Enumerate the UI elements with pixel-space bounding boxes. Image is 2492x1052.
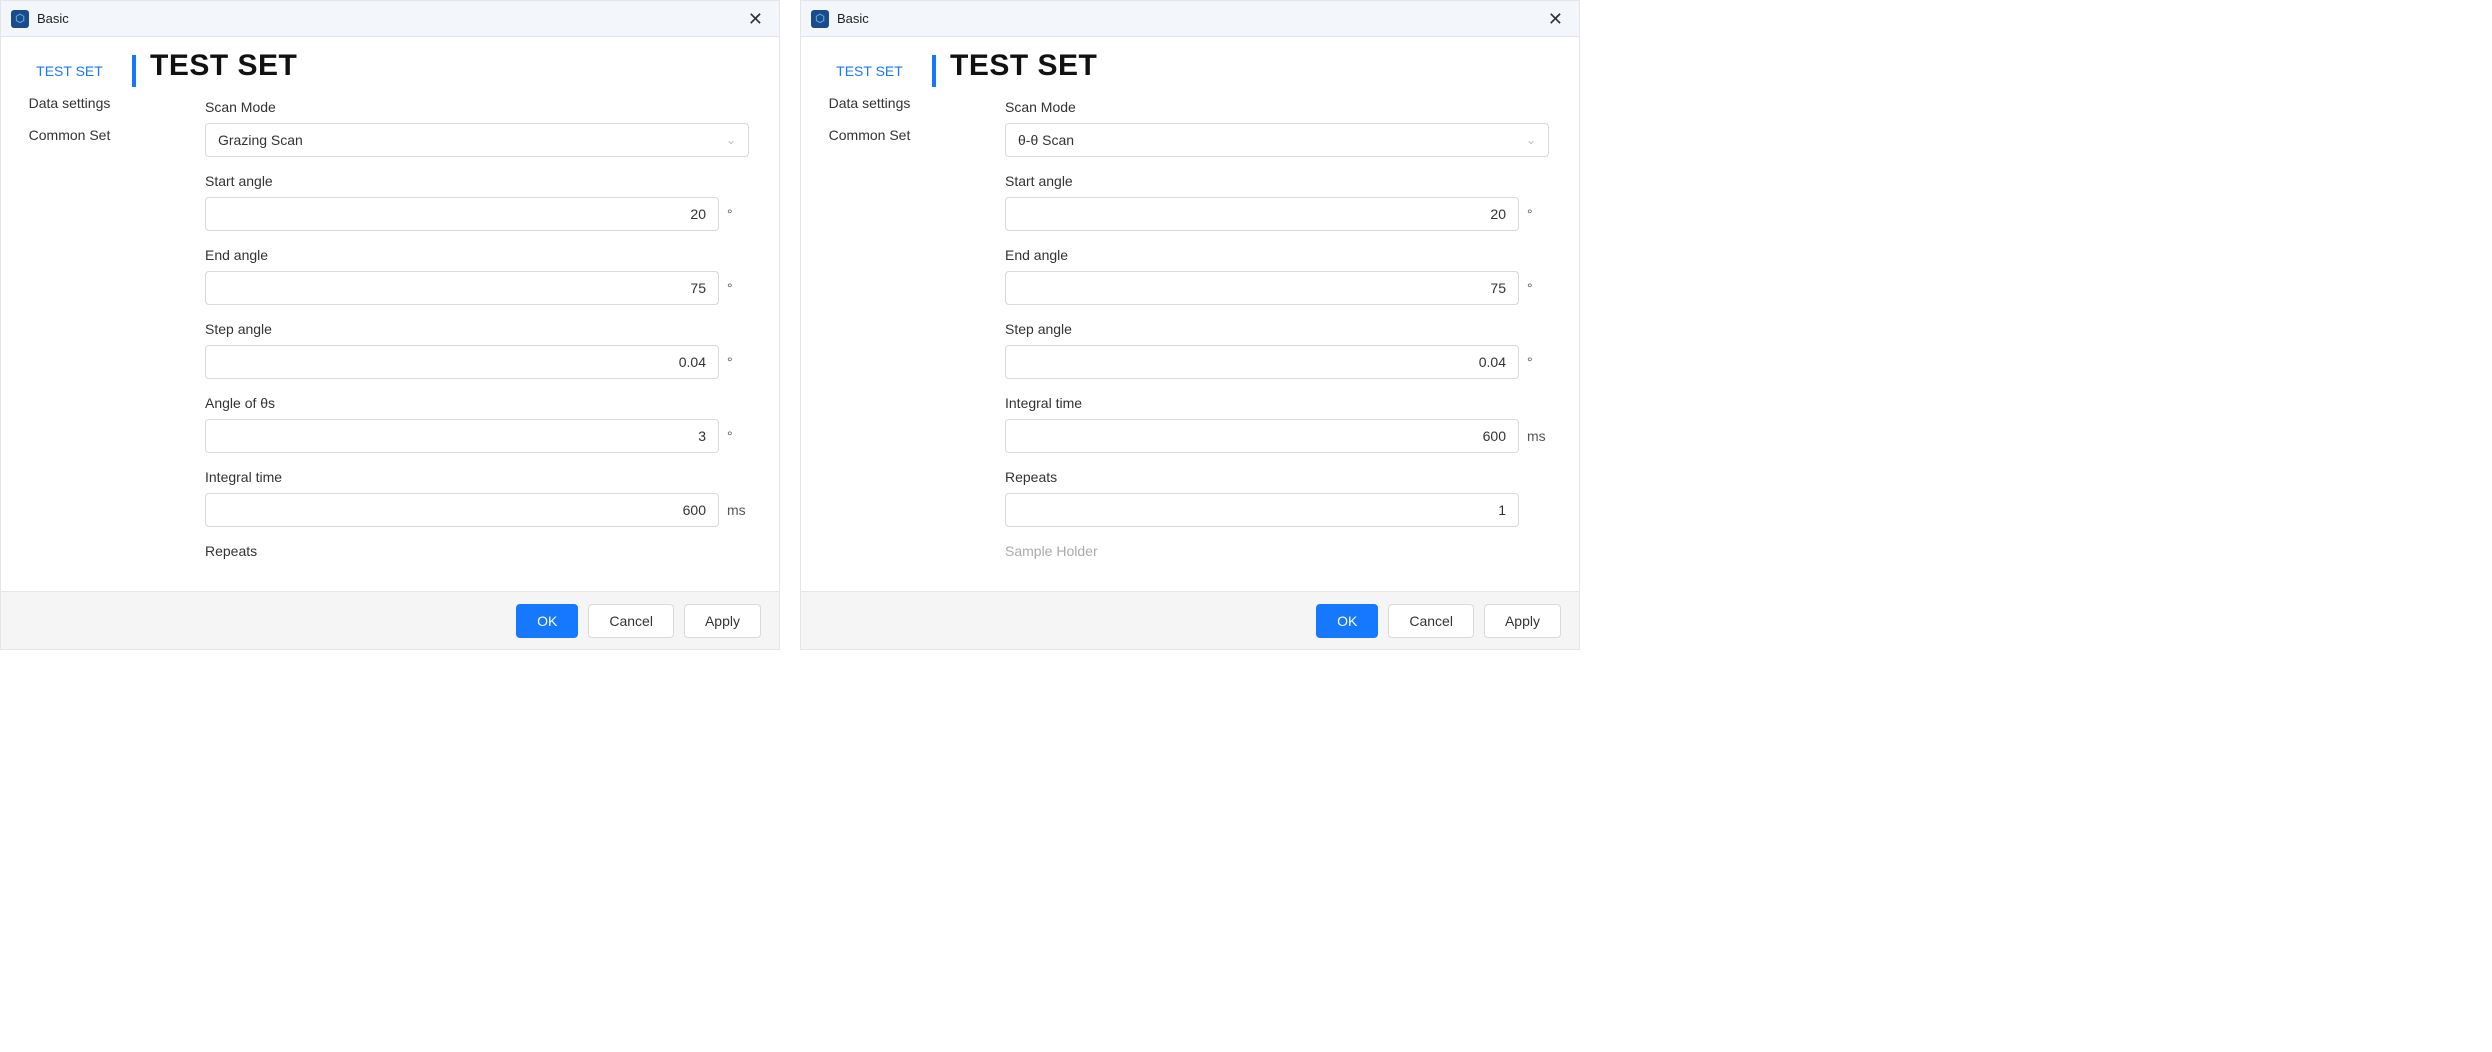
- input-end-angle[interactable]: [205, 271, 719, 305]
- close-icon[interactable]: ✕: [742, 8, 769, 30]
- unit-angle-theta-s: °: [727, 428, 749, 444]
- unit-start-angle: °: [1527, 206, 1549, 222]
- field-repeats: Repeats: [1005, 469, 1549, 527]
- input-start-angle[interactable]: [1005, 197, 1519, 231]
- field-integral-time: Integral time ms: [205, 469, 749, 527]
- dialog-basic: ⬡ Basic ✕ TEST SET Data settings Common …: [800, 0, 1580, 650]
- apply-button[interactable]: Apply: [1484, 604, 1561, 638]
- titlebar: ⬡ Basic ✕: [1, 1, 779, 37]
- sidebar: TEST SET Data settings Common Set: [1, 37, 136, 591]
- field-step-angle: Step angle °: [1005, 321, 1549, 379]
- label-repeats: Repeats: [205, 543, 749, 559]
- unit-step-angle: °: [1527, 354, 1549, 370]
- window-title: Basic: [837, 11, 869, 26]
- field-angle-theta-s: Angle of θs °: [205, 395, 749, 453]
- input-integral-time[interactable]: [205, 493, 719, 527]
- unit-end-angle: °: [727, 280, 749, 296]
- cancel-button[interactable]: Cancel: [588, 604, 674, 638]
- titlebar: ⬡ Basic ✕: [801, 1, 1579, 37]
- input-integral-time[interactable]: [1005, 419, 1519, 453]
- unit-end-angle: °: [1527, 280, 1549, 296]
- cancel-button[interactable]: Cancel: [1388, 604, 1474, 638]
- unit-integral-time: ms: [1527, 428, 1549, 444]
- label-angle-theta-s: Angle of θs: [205, 395, 749, 411]
- input-start-angle[interactable]: [205, 197, 719, 231]
- label-integral-time: Integral time: [205, 469, 749, 485]
- sidebar-item-data-settings[interactable]: Data settings: [1, 87, 136, 119]
- app-icon: ⬡: [11, 10, 29, 28]
- sidebar-item-test-set[interactable]: TEST SET: [1, 55, 136, 87]
- window-title: Basic: [37, 11, 69, 26]
- page-title: TEST SET: [950, 49, 1549, 83]
- field-integral-time: Integral time ms: [1005, 395, 1549, 453]
- label-repeats: Repeats: [1005, 469, 1549, 485]
- label-integral-time: Integral time: [1005, 395, 1549, 411]
- select-scan-mode[interactable]: θ-θ Scan ⌄: [1005, 123, 1549, 157]
- label-start-angle: Start angle: [1005, 173, 1549, 189]
- chevron-down-icon: ⌄: [726, 133, 736, 147]
- ok-button[interactable]: OK: [1316, 604, 1378, 638]
- unit-integral-time: ms: [727, 502, 749, 518]
- apply-button[interactable]: Apply: [684, 604, 761, 638]
- label-end-angle: End angle: [1005, 247, 1549, 263]
- input-step-angle[interactable]: [1005, 345, 1519, 379]
- field-end-angle: End angle °: [205, 247, 749, 305]
- field-scan-mode: Scan Mode Grazing Scan ⌄: [205, 99, 749, 157]
- close-icon[interactable]: ✕: [1542, 8, 1569, 30]
- field-end-angle: End angle °: [1005, 247, 1549, 305]
- input-repeats[interactable]: [1005, 493, 1519, 527]
- select-scan-mode[interactable]: Grazing Scan ⌄: [205, 123, 749, 157]
- input-end-angle[interactable]: [1005, 271, 1519, 305]
- page-title: TEST SET: [150, 49, 749, 83]
- label-step-angle: Step angle: [1005, 321, 1549, 337]
- field-start-angle: Start angle °: [205, 173, 749, 231]
- sidebar-item-common-set[interactable]: Common Set: [1, 119, 136, 151]
- chevron-down-icon: ⌄: [1526, 133, 1536, 147]
- label-scan-mode: Scan Mode: [1005, 99, 1549, 115]
- field-sample-holder: Sample Holder: [1005, 543, 1549, 559]
- sidebar-item-data-settings[interactable]: Data settings: [801, 87, 936, 119]
- field-scan-mode: Scan Mode θ-θ Scan ⌄: [1005, 99, 1549, 157]
- label-sample-holder: Sample Holder: [1005, 543, 1549, 559]
- input-angle-theta-s[interactable]: [205, 419, 719, 453]
- app-icon: ⬡: [811, 10, 829, 28]
- sidebar-item-common-set[interactable]: Common Set: [801, 119, 936, 151]
- sidebar-item-test-set[interactable]: TEST SET: [801, 55, 936, 87]
- label-scan-mode: Scan Mode: [205, 99, 749, 115]
- label-start-angle: Start angle: [205, 173, 749, 189]
- unit-start-angle: °: [727, 206, 749, 222]
- main-panel: TEST SET Scan Mode Grazing Scan ⌄ Start …: [136, 37, 779, 591]
- ok-button[interactable]: OK: [516, 604, 578, 638]
- field-repeats: Repeats: [205, 543, 749, 559]
- label-end-angle: End angle: [205, 247, 749, 263]
- main-panel: TEST SET Scan Mode θ-θ Scan ⌄ Start angl…: [936, 37, 1579, 591]
- input-step-angle[interactable]: [205, 345, 719, 379]
- dialog-footer: OK Cancel Apply: [1, 591, 779, 649]
- dialog-footer: OK Cancel Apply: [801, 591, 1579, 649]
- field-step-angle: Step angle °: [205, 321, 749, 379]
- label-step-angle: Step angle: [205, 321, 749, 337]
- unit-step-angle: °: [727, 354, 749, 370]
- field-start-angle: Start angle °: [1005, 173, 1549, 231]
- dialog-basic: ⬡ Basic ✕ TEST SET Data settings Common …: [0, 0, 780, 650]
- sidebar: TEST SET Data settings Common Set: [801, 37, 936, 591]
